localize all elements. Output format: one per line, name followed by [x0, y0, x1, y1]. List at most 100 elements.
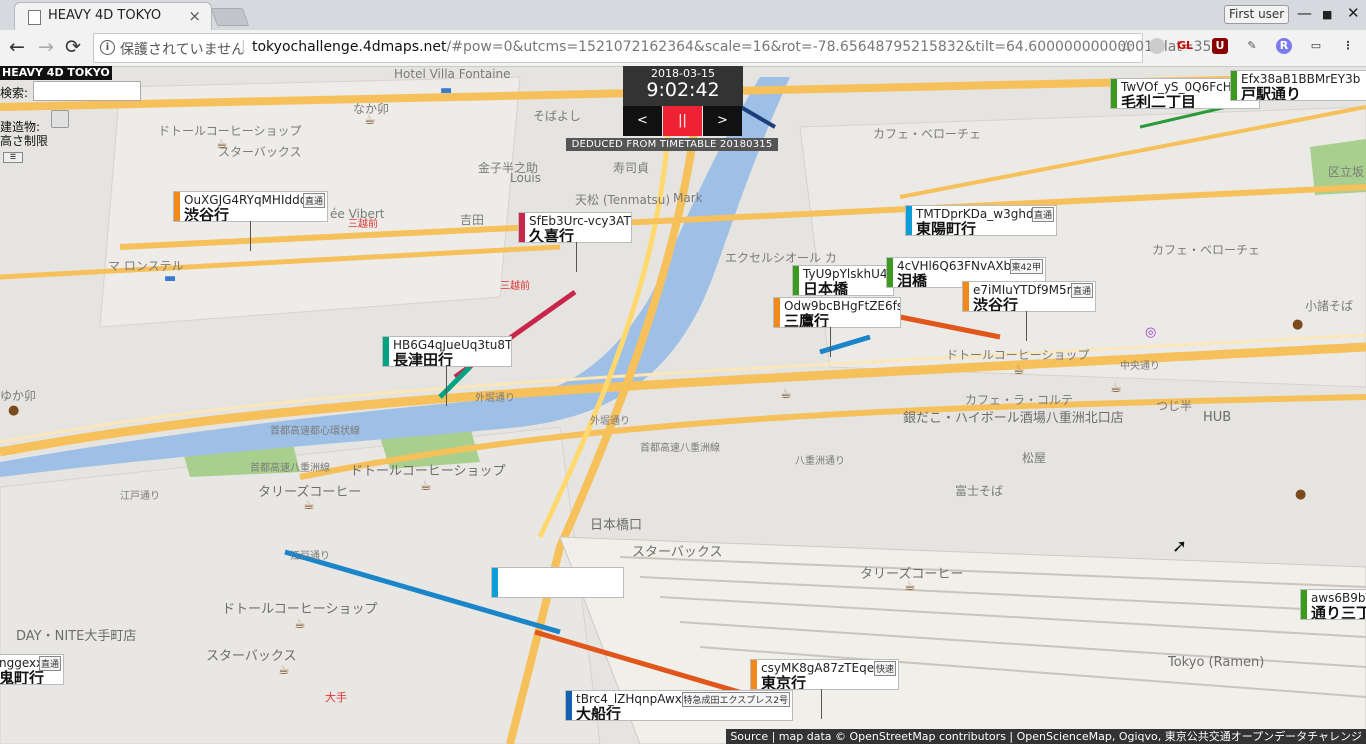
train-type: 直通 [302, 193, 325, 208]
line-color-bar [1111, 79, 1117, 108]
train-destination: 三鷹行 [784, 312, 830, 328]
map-label: ドトールコーヒーショップ [350, 464, 506, 479]
label-stem [1026, 311, 1027, 341]
train-label[interactable]: nggexx 直通 鬼町行 [0, 654, 64, 685]
train-label[interactable]: HB6G4qJueUq3tu8Tl 長津田行 [382, 336, 512, 367]
maximize-icon[interactable]: ■ [1322, 8, 1332, 21]
coffee-icon: ☕ [364, 113, 376, 128]
train-destination: 渋谷行 [184, 206, 230, 222]
map-label: 首都高速八重洲線 [640, 443, 720, 454]
train-type: 東42甲 [1009, 259, 1043, 274]
train-destination: 大船行 [576, 705, 622, 721]
coffee-icon: ☕ [1013, 363, 1025, 378]
next-button[interactable]: > [703, 106, 742, 136]
train-destination: 東陽町行 [916, 220, 977, 236]
coffee-icon: ☕ [1110, 381, 1122, 396]
train-type: 直通 [1070, 283, 1093, 298]
info-icon[interactable]: i [100, 40, 115, 55]
url-host: tokyochallenge.4dmaps.net [252, 39, 447, 55]
map-label: Hotel Villa Fontaine [394, 67, 511, 81]
mode-banner: DEDUCED FROM TIMETABLE 20180315 [566, 138, 778, 151]
line-color-bar [793, 266, 799, 295]
map-label: つじ半 [1156, 399, 1193, 413]
line-color-bar [1301, 590, 1307, 619]
cake-icon: ● [1295, 487, 1307, 502]
line-color-bar [906, 206, 912, 235]
close-window-icon[interactable]: ✕ [1347, 4, 1360, 22]
building-toggle[interactable] [51, 110, 69, 128]
extension-circle-icon[interactable] [1149, 38, 1165, 54]
train-destination: 長津田行 [393, 351, 454, 367]
map-label: 三越前 [500, 281, 530, 292]
profile-button[interactable]: First user [1224, 5, 1290, 24]
pause-button[interactable]: || [663, 106, 702, 136]
ublock-icon[interactable]: U [1212, 38, 1228, 54]
map-label: カフェ・ラ・コルテ [965, 393, 1074, 407]
train-label[interactable]: Efx38aB1BBMrEY3b 戸駅通り [1230, 70, 1366, 101]
eyedropper-icon[interactable]: ✎ [1244, 38, 1260, 54]
train-label[interactable]: Odw9bcBHgFtZE6fs 三鷹行 [773, 297, 901, 328]
map-label: 松屋 [1022, 451, 1047, 465]
train-label[interactable]: OuXGJG4RYqMHIddq 直通 渋谷行 [173, 191, 328, 222]
bookmark-star-icon[interactable]: ☆ [1119, 37, 1134, 57]
map-label: カフェ・ベローチェ [1152, 243, 1261, 257]
label-stem [250, 221, 251, 251]
train-label[interactable]: tBrc4_lZHqnpAwxm 特急成田エクスプレス2号 大船行 [565, 690, 793, 721]
browser-tab[interactable]: HEAVY 4D TOKYO × [14, 2, 212, 31]
extension-gl-icon[interactable]: GL [1177, 38, 1193, 54]
train-label[interactable]: TMTDprKDa_w3ghdE 直通 東陽町行 [905, 205, 1057, 236]
hotel-icon: ▬ [164, 271, 177, 286]
train-label[interactable]: e7iMIuYTDf9M5r3 直通 渋谷行 [962, 281, 1096, 312]
train-destination: 日本橋 [803, 280, 849, 296]
train-destination: 鬼町行 [0, 669, 45, 685]
line-color-bar [774, 298, 780, 327]
hotel-icon: ▬ [440, 83, 453, 98]
security-label[interactable]: 保護されていません [120, 39, 245, 59]
app-title: HEAVY 4D TOKYO [0, 66, 112, 80]
map-label: スターバックス [218, 145, 302, 159]
map-attribution[interactable]: Source | map data © OpenStreetMap contri… [726, 729, 1366, 744]
url-path: /#pow=0&utcms=1521072162364&scale=16&rot… [446, 39, 1225, 55]
train-label[interactable]: TyU9pYlskhU4P 日本橋 [792, 265, 894, 296]
extension-r-icon[interactable]: R [1276, 38, 1292, 54]
new-tab-button[interactable] [210, 8, 250, 26]
train-type: 直通 [1031, 207, 1054, 222]
train-destination: 通り三丁 [1311, 604, 1366, 620]
url-text[interactable]: tokyochallenge.4dmaps.net/#pow=0&utcms=1… [252, 39, 1225, 55]
map-canvas[interactable]: Hotel Villa Fontaine ドトールコーヒーショップ スターバック… [0, 67, 1366, 744]
train-label[interactable]: SfEb3Urc-vcy3ATl 久喜行 [518, 212, 632, 243]
back-icon[interactable]: ← [9, 36, 25, 58]
address-bar[interactable]: i 保護されていません | tokyochallenge.4dmaps.net/… [93, 33, 1225, 63]
page-icon [28, 10, 41, 25]
prev-button[interactable]: < [623, 106, 662, 136]
mouse-cursor-icon: ➚ [1172, 536, 1188, 557]
map-label: スターバックス [632, 545, 723, 560]
tab-title: HEAVY 4D TOKYO [48, 8, 162, 23]
height-limit-button[interactable]: ☰ [3, 152, 23, 163]
clock-time: 9:02:42 [646, 79, 720, 101]
map-label: ゆか卯 [0, 389, 37, 403]
map-label: 大手 [325, 691, 347, 704]
map-label: 江戸通り [120, 491, 160, 502]
train-destination: 久喜行 [529, 227, 575, 243]
search-input[interactable] [33, 81, 141, 101]
reload-icon[interactable]: ⟳ [65, 36, 81, 58]
map-label: エクセルシオール カ [725, 251, 837, 265]
tab-strip: HEAVY 4D TOKYO × First user — ■ ✕ [0, 0, 1366, 31]
map-label: 八重洲通り [795, 456, 845, 467]
cast-icon[interactable]: ▭ [1308, 38, 1324, 54]
browser-toolbar: ← → ⟳ i 保護されていません | tokyochallenge.4dmap… [0, 30, 1366, 67]
line-color-bar [492, 568, 498, 597]
tab-close-icon[interactable]: × [188, 7, 201, 25]
map-label: 吉田 [460, 213, 485, 227]
map-label: Louis [510, 171, 542, 185]
map-label: 天松 (Tenmatsu) [575, 193, 671, 207]
train-label-empty[interactable] [491, 567, 624, 598]
forward-icon[interactable]: → [38, 36, 54, 58]
minimize-icon[interactable]: — [1297, 4, 1312, 22]
train-label[interactable]: aws6B9bT 通り三丁 [1300, 589, 1366, 620]
train-label[interactable]: csyMK8gA87zTEqeZ 快速 東京行 [750, 659, 899, 690]
menu-icon[interactable]: ⋮ [1340, 38, 1356, 54]
train-destination: 東京行 [761, 674, 807, 690]
map-label: 首都高速八重洲線 [250, 463, 330, 474]
